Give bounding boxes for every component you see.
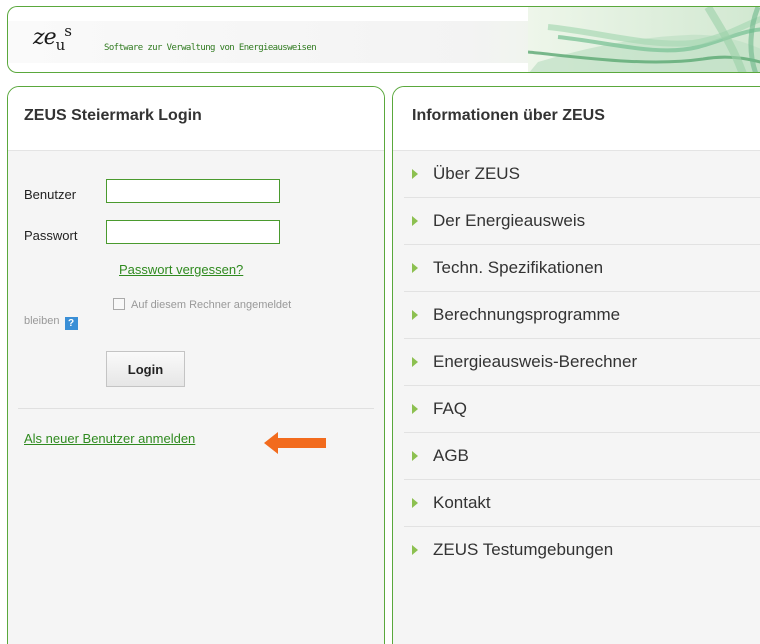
header-tagline: Software zur Verwaltung von Energieauswe…	[104, 43, 317, 53]
help-icon[interactable]: ?	[64, 317, 78, 330]
menu-item-agb[interactable]: AGB	[404, 433, 760, 480]
flower-banner-image	[528, 7, 760, 72]
menu-item-label: Kontakt	[433, 493, 491, 512]
info-panel-title: Informationen über ZEUS	[393, 87, 760, 151]
password-input[interactable]	[106, 220, 280, 244]
logo-sup: s	[64, 22, 72, 40]
login-panel-title: ZEUS Steiermark Login	[8, 87, 384, 151]
logo-sub: u	[55, 36, 66, 54]
arrow-left-icon	[264, 432, 326, 454]
forgot-password-link[interactable]: Passwort vergessen?	[119, 262, 243, 277]
divider	[18, 408, 374, 409]
menu-item-label: Techn. Spezifikationen	[433, 258, 604, 277]
remember-me-row: Auf diesem Rechner angemeldet bleiben ?	[24, 297, 354, 330]
password-label: Passwort	[24, 228, 78, 243]
register-link[interactable]: Als neuer Benutzer anmelden	[24, 431, 195, 446]
bullet-triangle-icon	[412, 216, 418, 226]
menu-item-testumgebungen[interactable]: ZEUS Testumgebungen	[404, 527, 760, 574]
user-label: Benutzer	[24, 187, 77, 202]
menu-item-label: Über ZEUS	[433, 164, 520, 183]
login-button[interactable]: Login	[106, 351, 185, 387]
menu-item-kontakt[interactable]: Kontakt	[404, 480, 760, 527]
site-header: zeus Software zur Verwaltung von Energie…	[7, 6, 760, 73]
bullet-triangle-icon	[412, 404, 418, 414]
menu-item-label: Der Energieausweis	[433, 211, 586, 230]
menu-item-label: AGB	[433, 446, 469, 465]
menu-item-label: Berechnungsprogramme	[433, 305, 621, 324]
remember-me-label-2: bleiben	[24, 315, 60, 327]
bullet-triangle-icon	[412, 310, 418, 320]
login-panel: ZEUS Steiermark Login Benutzer Passwort …	[7, 86, 385, 644]
bullet-triangle-icon	[412, 263, 418, 273]
menu-item-ueber-zeus[interactable]: Über ZEUS	[404, 151, 760, 198]
bullet-triangle-icon	[412, 545, 418, 555]
menu-item-techn-spezifikationen[interactable]: Techn. Spezifikationen	[404, 245, 760, 292]
menu-item-energieausweis-berechner[interactable]: Energieausweis-Berechner	[404, 339, 760, 386]
menu-item-berechnungsprogramme[interactable]: Berechnungsprogramme	[404, 292, 760, 339]
bullet-triangle-icon	[412, 498, 418, 508]
bullet-triangle-icon	[412, 169, 418, 179]
zeus-logo[interactable]: zeus	[33, 22, 72, 54]
remember-me-label-1: Auf diesem Rechner angemeldet	[131, 299, 292, 311]
logo-text: ze	[33, 25, 57, 50]
menu-item-energieausweis[interactable]: Der Energieausweis	[404, 198, 760, 245]
bullet-triangle-icon	[412, 451, 418, 461]
menu-item-label: FAQ	[433, 399, 468, 418]
menu-item-faq[interactable]: FAQ	[404, 386, 760, 433]
user-input[interactable]	[106, 179, 280, 203]
bullet-triangle-icon	[412, 357, 418, 367]
info-menu: Über ZEUS Der Energieausweis Techn. Spez…	[393, 151, 760, 574]
info-panel: Informationen über ZEUS Über ZEUS Der En…	[392, 86, 760, 644]
remember-me-checkbox[interactable]	[113, 298, 125, 310]
menu-item-label: Energieausweis-Berechner	[433, 352, 638, 371]
menu-item-label: ZEUS Testumgebungen	[433, 540, 614, 559]
